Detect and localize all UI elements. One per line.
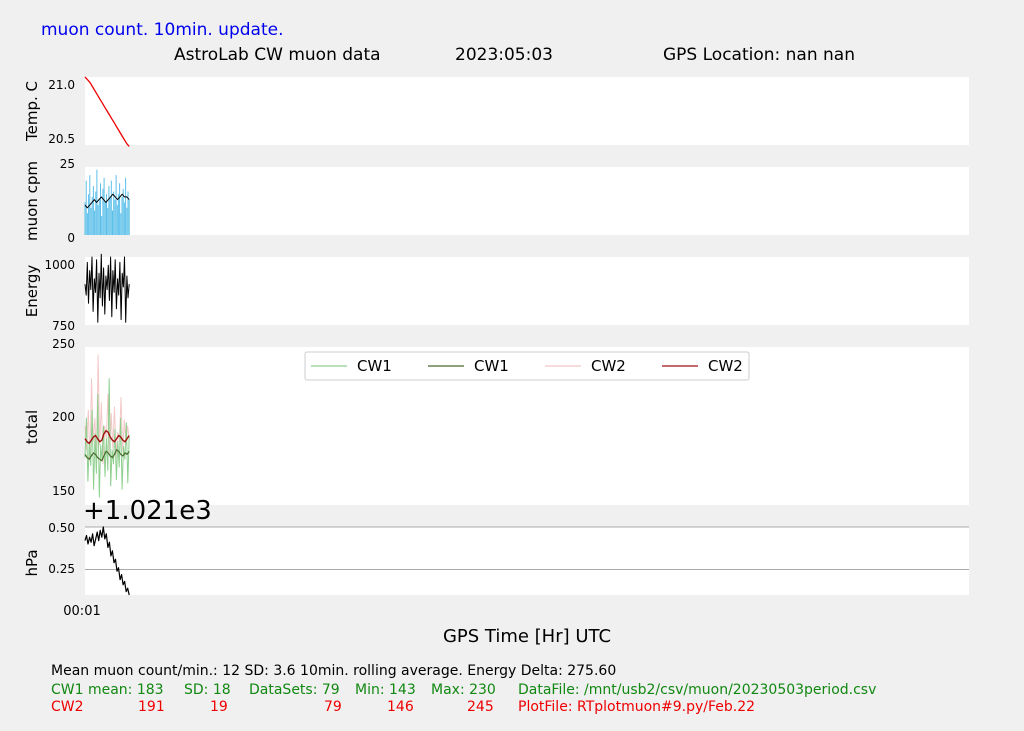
legend-label: CW2: [708, 357, 743, 375]
stats-summary: Mean muon count/min.: 12 SD: 3.6 10min. …: [51, 663, 617, 679]
panel-1-ytick-label: 25: [60, 157, 75, 171]
muon-bar: [112, 210, 113, 235]
x-tick-label: 00:01: [63, 604, 100, 619]
panel-1-ytick-label: 0: [67, 231, 75, 245]
muon-bar: [94, 210, 96, 235]
muon-bar: [104, 202, 106, 235]
panel-2-ytick-label: 1000: [44, 258, 75, 272]
muon-bar: [106, 194, 107, 235]
cw2-datasets: 79: [324, 699, 342, 715]
muon-bar: [100, 183, 101, 235]
x-axis-title: GPS Time [Hr] UTC: [443, 626, 611, 647]
muon-bar: [128, 199, 130, 235]
muon-bar: [101, 216, 103, 235]
muon-bar: [110, 180, 112, 235]
muon-bar: [113, 191, 115, 235]
panel-2-background: [85, 257, 969, 325]
cw2-min: 146: [387, 699, 414, 715]
muon-bar: [97, 205, 99, 235]
muon-bar: [90, 207, 92, 235]
panel-1-background: [85, 167, 969, 235]
panel-3-ytick-label: 250: [52, 337, 75, 351]
muon-bar: [119, 183, 121, 235]
panel-2-ylabel: Energy: [23, 265, 41, 318]
cw2-plotfile: PlotFile: RTplotmuon#9.py/Feb.22: [518, 699, 756, 715]
cw2-sd: 19: [210, 699, 228, 715]
muon-bar: [115, 175, 117, 235]
muon-bar: [126, 207, 128, 235]
legend-label: CW2: [591, 357, 626, 375]
panel-4-ylabel: hPa: [23, 549, 41, 576]
pressure-offset-label: +1.021e3: [83, 496, 212, 526]
cw1-min: Min: 143: [355, 682, 416, 698]
muon-bar: [95, 191, 97, 235]
muon-bar: [86, 213, 88, 235]
muon-bar: [121, 196, 123, 235]
panel-3-ytick-label: 150: [52, 484, 75, 498]
panel-0-ytick-label: 21.0: [48, 78, 75, 92]
muon-bar: [108, 186, 110, 235]
panel-1-ylabel: muon cpm: [23, 161, 41, 241]
muon-bar: [117, 194, 119, 235]
muon-bar: [103, 177, 105, 235]
muon-bar: [85, 180, 87, 235]
panel-2-ytick-label: 750: [52, 319, 75, 333]
muon-bar: [120, 213, 122, 235]
cw2-max: 245: [467, 699, 494, 715]
muon-bar: [98, 199, 100, 235]
panel-0-ytick-label: 20.5: [48, 132, 75, 146]
plot-area: 21.020.5Temp. C250muon cpm1000750Energy2…: [23, 76, 969, 647]
panel-0-ylabel: Temp. C: [23, 81, 41, 142]
muon-bar: [116, 205, 118, 235]
panel-4-ytick-label: 0.50: [48, 521, 75, 535]
cw1-mean: CW1 mean: 183: [51, 682, 164, 698]
muon-bar: [125, 177, 127, 235]
cw1-sd: SD: 18: [184, 682, 231, 698]
cw2-mean: 191: [138, 699, 165, 715]
cw1-max: Max: 230: [431, 682, 496, 698]
panel-0-background: [85, 77, 969, 145]
cw1-datasets: DataSets: 79: [249, 682, 340, 698]
muon-bar: [88, 194, 90, 235]
cw2-label: CW2: [51, 699, 84, 715]
muon-bar: [102, 188, 104, 235]
muon-bar: [114, 199, 116, 235]
muon-bar: [107, 207, 109, 235]
panel-4-ytick-label: 0.25: [48, 562, 75, 576]
panel-3-ylabel: total: [23, 410, 41, 444]
muon-bar: [109, 196, 111, 235]
muon-bar: [123, 202, 125, 235]
muon-bar: [84, 202, 86, 235]
legend-label: CW1: [474, 357, 509, 375]
panel-4-background: [85, 527, 969, 595]
legend-label: CW1: [357, 357, 392, 375]
panel-3-ytick-label: 200: [52, 410, 75, 424]
muon-bar: [92, 186, 94, 235]
cw1-datafile: DataFile: /mnt/usb2/csv/muon/20230503per…: [518, 682, 877, 698]
